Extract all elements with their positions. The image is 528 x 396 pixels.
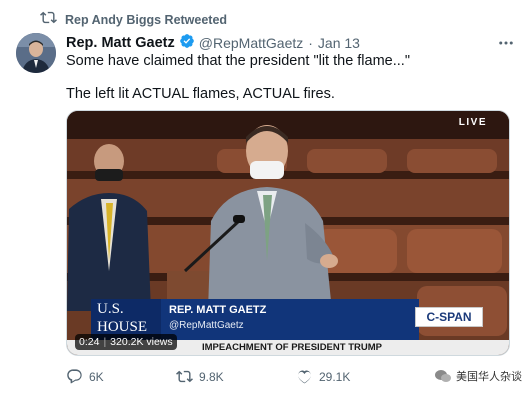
- logo-line-1: U.S.: [97, 301, 124, 317]
- avatar[interactable]: [16, 33, 56, 73]
- like-button[interactable]: 29.1K: [296, 368, 350, 385]
- video-player[interactable]: LIVE U.S. HOUSE REP. MATT GAETZ @RepMatt…: [66, 110, 510, 356]
- video-elapsed-time: 0:24: [79, 336, 100, 348]
- verified-badge-icon: [175, 33, 199, 54]
- heart-icon: [298, 370, 311, 384]
- tweet-actions: 6K 9.8K 29.1K: [66, 368, 366, 386]
- subtitle-text: IMPEACHMENT OF PRESIDENT TRUMP: [202, 342, 382, 353]
- reply-button[interactable]: 6K: [66, 368, 104, 385]
- watermark: 美国华人杂谈: [434, 368, 522, 384]
- chyron-handle: @RepMattGaetz: [169, 320, 244, 331]
- retweet-context[interactable]: Rep Andy Biggs Retweeted: [40, 11, 227, 29]
- tweet-header: Rep. Matt Gaetz @RepMattGaetz · Jan 13: [66, 33, 518, 53]
- wechat-icon: [435, 370, 451, 382]
- video-view-count: 320.2K views: [110, 336, 173, 348]
- time-separator: |: [103, 336, 107, 348]
- author-name[interactable]: Rep. Matt Gaetz: [66, 35, 175, 51]
- retweet-icon: [40, 9, 57, 31]
- separator-dot: ·: [308, 35, 313, 51]
- tweet-text-line-1: Some have claimed that the president "li…: [66, 53, 410, 69]
- tweet-text-line-2: The left lit ACTUAL flames, ACTUAL fires…: [66, 86, 335, 102]
- retweet-button[interactable]: 9.8K: [176, 368, 224, 385]
- retweet-label: Rep Andy Biggs Retweeted: [65, 13, 228, 27]
- cspan-logo: C-SPAN: [415, 307, 483, 327]
- more-icon: [499, 41, 513, 45]
- retweet-count: 9.8K: [199, 369, 224, 384]
- more-options-button[interactable]: [494, 33, 518, 53]
- reply-count: 6K: [89, 369, 104, 384]
- author-handle[interactable]: @RepMattGaetz: [199, 35, 303, 51]
- watermark-text: 美国华人杂谈: [456, 371, 522, 383]
- video-time-badge: 0:24 | 320.2K views: [75, 334, 177, 350]
- reply-icon: [67, 369, 82, 384]
- like-count: 29.1K: [319, 369, 351, 384]
- retweet-icon: [176, 370, 193, 383]
- live-badge: LIVE: [458, 117, 487, 128]
- tweet-date[interactable]: Jan 13: [318, 35, 360, 51]
- chyron-name: REP. MATT GAETZ: [169, 304, 267, 316]
